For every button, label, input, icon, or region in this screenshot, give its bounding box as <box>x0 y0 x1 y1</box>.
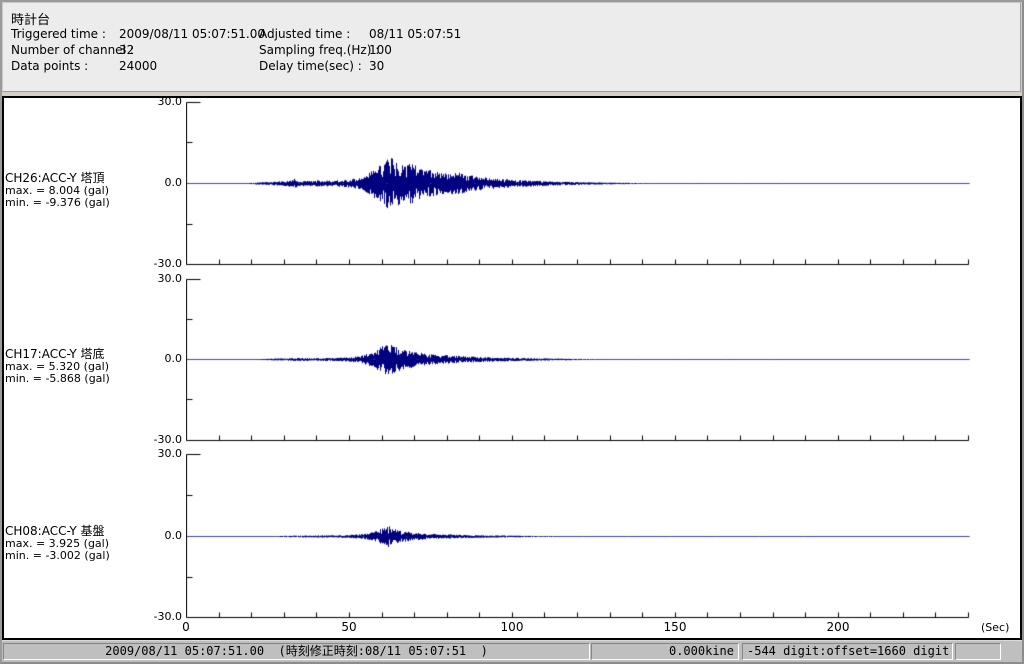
ytick-bottom-label-ch1: -30.0 <box>153 257 182 270</box>
app-window: 時計台 Triggered time : 2009/08/11 05:07:51… <box>0 0 1024 664</box>
xtick-label-200: 200 <box>826 620 850 634</box>
waveform-canvas-ch08 <box>186 450 976 622</box>
channel-count-label: Number of channel : <box>11 43 134 57</box>
channel-info: CH17:ACC-Y 塔底 max. = 5.320 (gal) min. = … <box>5 348 110 385</box>
header-row-1: Triggered time : 2009/08/11 05:07:51.00 … <box>3 27 1020 43</box>
ytick-top-label-ch1: 30.0 <box>157 95 183 108</box>
chart-content: CH26:ACC-Y 塔頂 max. = 8.004 (gal) min. = … <box>4 95 1020 638</box>
status-panel-kine: 0.000kine <box>591 643 739 660</box>
x-axis-unit-label: (Sec) <box>981 621 1010 634</box>
header-row-3: Data points : 24000 Delay time(sec) : 30 <box>3 59 1020 75</box>
channel-count-value: 32 <box>119 43 135 57</box>
adjusted-time-label: Adjusted time : <box>259 27 351 41</box>
app-title: 時計台 <box>11 13 51 28</box>
ytick-top-label-ch2: 30.0 <box>157 272 183 285</box>
header-panel: 時計台 Triggered time : 2009/08/11 05:07:51… <box>2 2 1021 92</box>
xtick-label-150: 150 <box>663 620 687 634</box>
waveform-chart-panel: CH26:ACC-Y 塔頂 max. = 8.004 (gal) min. = … <box>2 96 1022 640</box>
data-points-label: Data points : <box>11 59 89 73</box>
channel-info: CH26:ACC-Y 塔頂 max. = 8.004 (gal) min. = … <box>5 172 110 209</box>
channel-info: CH08:ACC-Y 基盤 max. = 3.925 (gal) min. = … <box>5 525 110 562</box>
xtick-label-0: 0 <box>182 620 190 634</box>
channel-min-value: min. = -5.868 (gal) <box>5 372 110 385</box>
ytick-bottom-label-ch2: -30.0 <box>153 433 182 446</box>
header-row-2: Number of channel : 32 Sampling freq.(Hz… <box>3 43 1020 59</box>
waveform-canvas-ch26 <box>186 98 976 270</box>
status-panel-digit-offset: -544 digit:offset=1660 digit <box>742 643 953 660</box>
channel-min-value: min. = -9.376 (gal) <box>5 196 110 209</box>
data-points-value: 24000 <box>119 59 158 73</box>
ytick-zero-label-ch1: 0.0 <box>164 176 183 189</box>
sampling-freq-value: 100 <box>369 43 392 57</box>
ytick-zero-label-ch3: 0.0 <box>164 529 183 542</box>
status-panel-time: 2009/08/11 05:07:51.00 (時刻修正時刻:08/11 05:… <box>3 643 590 660</box>
delay-time-value: 30 <box>369 59 385 73</box>
ytick-top-label-ch3: 30.0 <box>157 447 183 460</box>
channel-min-value: min. = -3.002 (gal) <box>5 549 110 562</box>
xtick-label-100: 100 <box>500 620 524 634</box>
status-bar: 2009/08/11 05:07:51.00 (時刻修正時刻:08/11 05:… <box>2 640 1022 662</box>
status-panel-empty <box>955 643 1001 660</box>
sampling-freq-label: Sampling freq.(Hz) : <box>259 43 380 57</box>
triggered-time-label: Triggered time : <box>11 27 106 41</box>
ytick-zero-label-ch2: 0.0 <box>164 352 183 365</box>
adjusted-time-value: 08/11 05:07:51 <box>369 27 462 41</box>
triggered-time-value: 2009/08/11 05:07:51.00 <box>119 27 265 41</box>
delay-time-label: Delay time(sec) : <box>259 59 362 73</box>
xtick-label-50: 50 <box>341 620 357 634</box>
waveform-canvas-ch17 <box>186 275 976 447</box>
